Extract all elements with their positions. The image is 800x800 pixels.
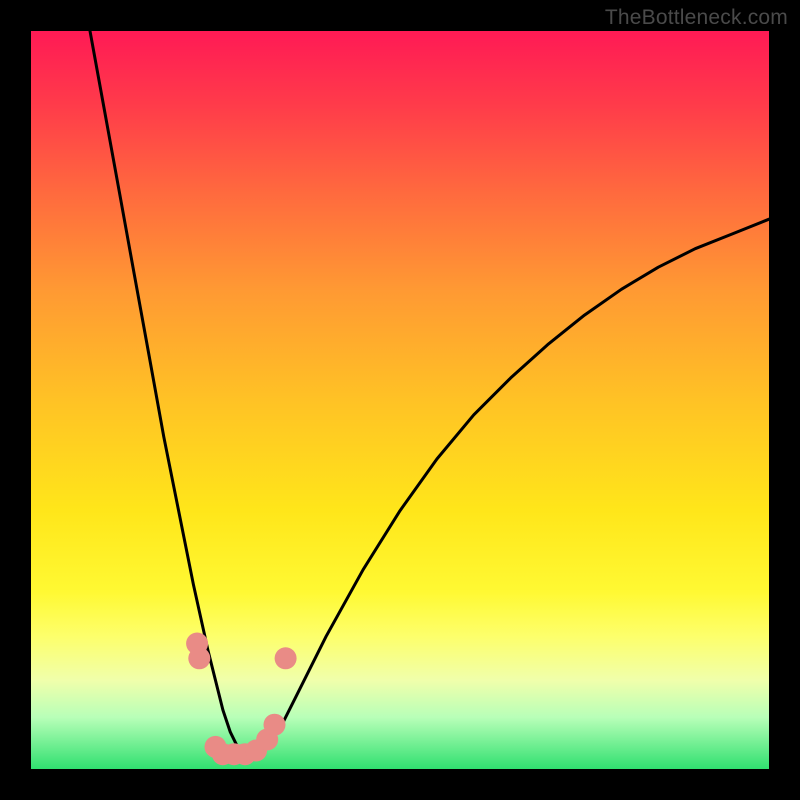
plot-area (31, 31, 769, 769)
watermark-label: TheBottleneck.com (605, 6, 788, 30)
chart-frame: TheBottleneck.com (0, 0, 800, 800)
